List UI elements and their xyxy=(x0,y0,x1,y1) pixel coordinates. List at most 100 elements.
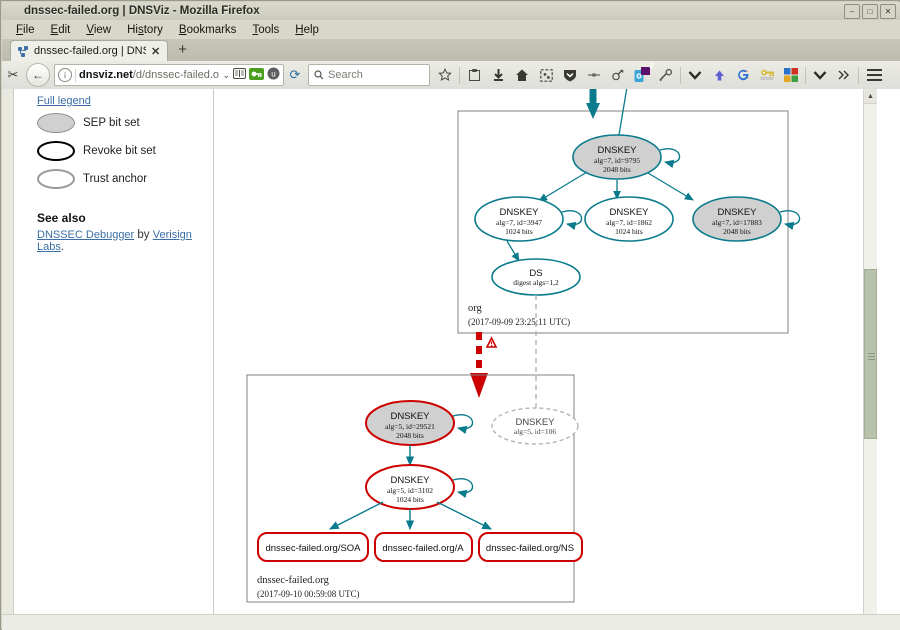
google-icon[interactable] xyxy=(731,63,755,87)
screenshot-icon[interactable] xyxy=(534,63,558,87)
site-info-icon[interactable]: i xyxy=(58,68,72,82)
browser-window: dnssec-failed.org | DNSViz - Mozilla Fir… xyxy=(0,0,900,630)
node-dfo-ksk[interactable]: DNSKEY alg=5, id=29521 2048 bits xyxy=(365,400,474,446)
menu-file[interactable]: File xyxy=(8,22,43,38)
ublock-origin-icon[interactable]: u xyxy=(267,67,280,83)
edge-zsk1-to-ds xyxy=(506,240,520,262)
edge-ds-to-dfo-bogus xyxy=(470,332,488,398)
menu-bookmarks[interactable]: Bookmarks xyxy=(171,22,245,38)
chevron-down-icon[interactable] xyxy=(683,63,707,87)
menu-tools[interactable]: Tools xyxy=(244,22,287,38)
url-host: dnsviz.net xyxy=(79,69,133,81)
edge-zsk-to-soa xyxy=(329,501,384,530)
extension-badge-icon[interactable]: 3 xyxy=(630,63,654,87)
cluster-label-org: org xyxy=(468,303,483,314)
lastpass-fill-icon[interactable] xyxy=(249,67,264,83)
new-tab-button[interactable]: + xyxy=(172,41,193,61)
url-path: /d/dnssec-failed.org/dns xyxy=(132,69,220,81)
minimize-button[interactable]: – xyxy=(844,4,860,19)
addon-tiles-icon[interactable] xyxy=(779,63,803,87)
cluster-timestamp-org: (2017-09-09 23:25:11 UTC) xyxy=(468,317,570,327)
self-loop-dfo-zsk xyxy=(452,478,474,499)
reader-view-icon[interactable] xyxy=(233,68,246,82)
url-dropdown-icon[interactable]: ⌄ xyxy=(222,70,230,81)
node-org-ksk-title: DNSKEY xyxy=(597,145,637,156)
node-dfo-orphan[interactable]: DNSKEY alg=5, id=106 xyxy=(491,407,579,445)
node-org-ds[interactable]: DS digest algs=1,2 xyxy=(491,258,581,296)
tab-label: dnssec-failed.org | DNS xyxy=(34,45,146,57)
download-arrow-icon[interactable] xyxy=(486,63,510,87)
menu-view[interactable]: View xyxy=(78,22,119,38)
node-dfo-zsk-title: DNSKEY xyxy=(390,475,430,486)
node-dfo-ksk-bits: 2048 bits xyxy=(396,431,424,440)
url-bar[interactable]: i dnsviz.net/d/dnssec-failed.org/dns ⌄ u xyxy=(54,64,284,86)
node-org-zsk1[interactable]: DNSKEY alg=7, id=3947 1024 bits xyxy=(474,196,583,242)
home-icon[interactable] xyxy=(510,63,534,87)
extension-badge-count: 3 xyxy=(649,63,653,70)
vertical-scrollbar[interactable]: ▲ ▼ xyxy=(863,89,877,629)
warning-triangle-icon xyxy=(485,336,498,348)
maximize-button[interactable]: □ xyxy=(862,4,878,19)
node-dfo-zsk-bits: 1024 bits xyxy=(396,495,424,504)
self-loop-org-zsk1 xyxy=(561,210,583,231)
node-org-zsk2-title: DNSKEY xyxy=(609,207,649,218)
page-left-gutter xyxy=(2,89,14,629)
lastpass-vault-icon[interactable] xyxy=(755,63,779,87)
scissors-icon[interactable]: ✂ xyxy=(2,67,24,83)
menu-edit[interactable]: Edit xyxy=(43,22,79,38)
privacy-badger-icon[interactable] xyxy=(582,63,606,87)
node-org-ksk2-alg: alg=7, id=17883 xyxy=(712,218,762,227)
node-rrset-a[interactable]: dnssec-failed.org/A xyxy=(374,532,473,562)
status-strip xyxy=(2,614,900,630)
node-dfo-zsk-alg: alg=5, id=3102 xyxy=(387,486,433,495)
overflow-chevrons-icon[interactable] xyxy=(832,63,856,87)
self-loop-org-ksk xyxy=(659,148,681,169)
menu-help[interactable]: Help xyxy=(287,22,327,38)
scroll-up-button[interactable]: ▲ xyxy=(864,89,877,104)
node-dfo-ksk-alg: alg=5, id=29521 xyxy=(385,422,435,431)
menu-history[interactable]: History xyxy=(119,22,171,38)
menu-icon[interactable] xyxy=(861,63,887,87)
node-org-zsk2[interactable]: DNSKEY alg=7, id=1862 1024 bits xyxy=(584,196,674,242)
url-separator xyxy=(75,68,76,82)
node-org-zsk1-bits: 1024 bits xyxy=(505,227,533,236)
node-rrset-ns[interactable]: dnssec-failed.org/NS xyxy=(478,532,583,562)
bookmark-star-icon[interactable] xyxy=(433,63,457,87)
node-org-ksk[interactable]: DNSKEY alg=7, id=9795 2048 bits xyxy=(572,134,681,180)
pocket-shield-icon[interactable] xyxy=(558,63,582,87)
edge-ksk-to-ksk2 xyxy=(647,172,694,201)
close-button[interactable]: ✕ xyxy=(880,4,896,19)
title-bar: dnssec-failed.org | DNSViz - Mozilla Fir… xyxy=(2,2,900,21)
reader-list-icon[interactable] xyxy=(462,63,486,87)
chevron-down-2-icon[interactable] xyxy=(808,63,832,87)
node-rrset-soa[interactable]: dnssec-failed.org/SOA xyxy=(257,532,369,562)
tab-close-button[interactable]: ✕ xyxy=(151,45,160,58)
wrench-icon[interactable] xyxy=(654,63,678,87)
menu-bar: File Edit View History Bookmarks Tools H… xyxy=(2,20,900,40)
node-org-zsk2-bits: 1024 bits xyxy=(615,227,643,236)
node-org-ksk-bits: 2048 bits xyxy=(603,165,631,174)
node-rrset-a-label: dnssec-failed.org/A xyxy=(382,543,464,554)
cluster-timestamp-dnssec-failed: (2017-09-10 00:59:08 UTC) xyxy=(257,589,360,599)
node-org-ksk2[interactable]: DNSKEY alg=7, id=17883 2048 bits xyxy=(692,196,801,242)
node-org-ds-digest: digest algs=1,2 xyxy=(513,278,559,287)
node-org-zsk2-alg: alg=7, id=1862 xyxy=(606,218,652,227)
site-favicon-icon xyxy=(18,45,29,57)
noscript-icon[interactable] xyxy=(606,63,630,87)
node-org-ksk2-title: DNSKEY xyxy=(717,207,757,218)
upload-icon[interactable] xyxy=(707,63,731,87)
node-org-zsk1-title: DNSKEY xyxy=(499,207,539,218)
dnsviz-graph: org (2017-09-09 23:25:11 UTC) DNSKEY alg… xyxy=(15,89,877,629)
toolbar-icons: 3 xyxy=(433,63,887,87)
node-org-ksk-alg: alg=7, id=9795 xyxy=(594,156,640,165)
window-controls: – □ ✕ xyxy=(844,4,896,19)
back-button[interactable]: ← xyxy=(26,63,50,87)
search-box[interactable]: Search xyxy=(308,64,430,86)
self-loop-org-ksk2 xyxy=(779,210,801,231)
edge-zsk-to-ns xyxy=(436,501,493,530)
self-loop-dfo-ksk xyxy=(452,414,474,435)
reload-button[interactable]: ⟳ xyxy=(284,67,306,83)
tab-dnsviz[interactable]: dnssec-failed.org | DNS ✕ xyxy=(10,40,169,61)
node-rrset-ns-label: dnssec-failed.org/NS xyxy=(486,543,574,554)
scrollbar-thumb[interactable] xyxy=(864,269,877,439)
